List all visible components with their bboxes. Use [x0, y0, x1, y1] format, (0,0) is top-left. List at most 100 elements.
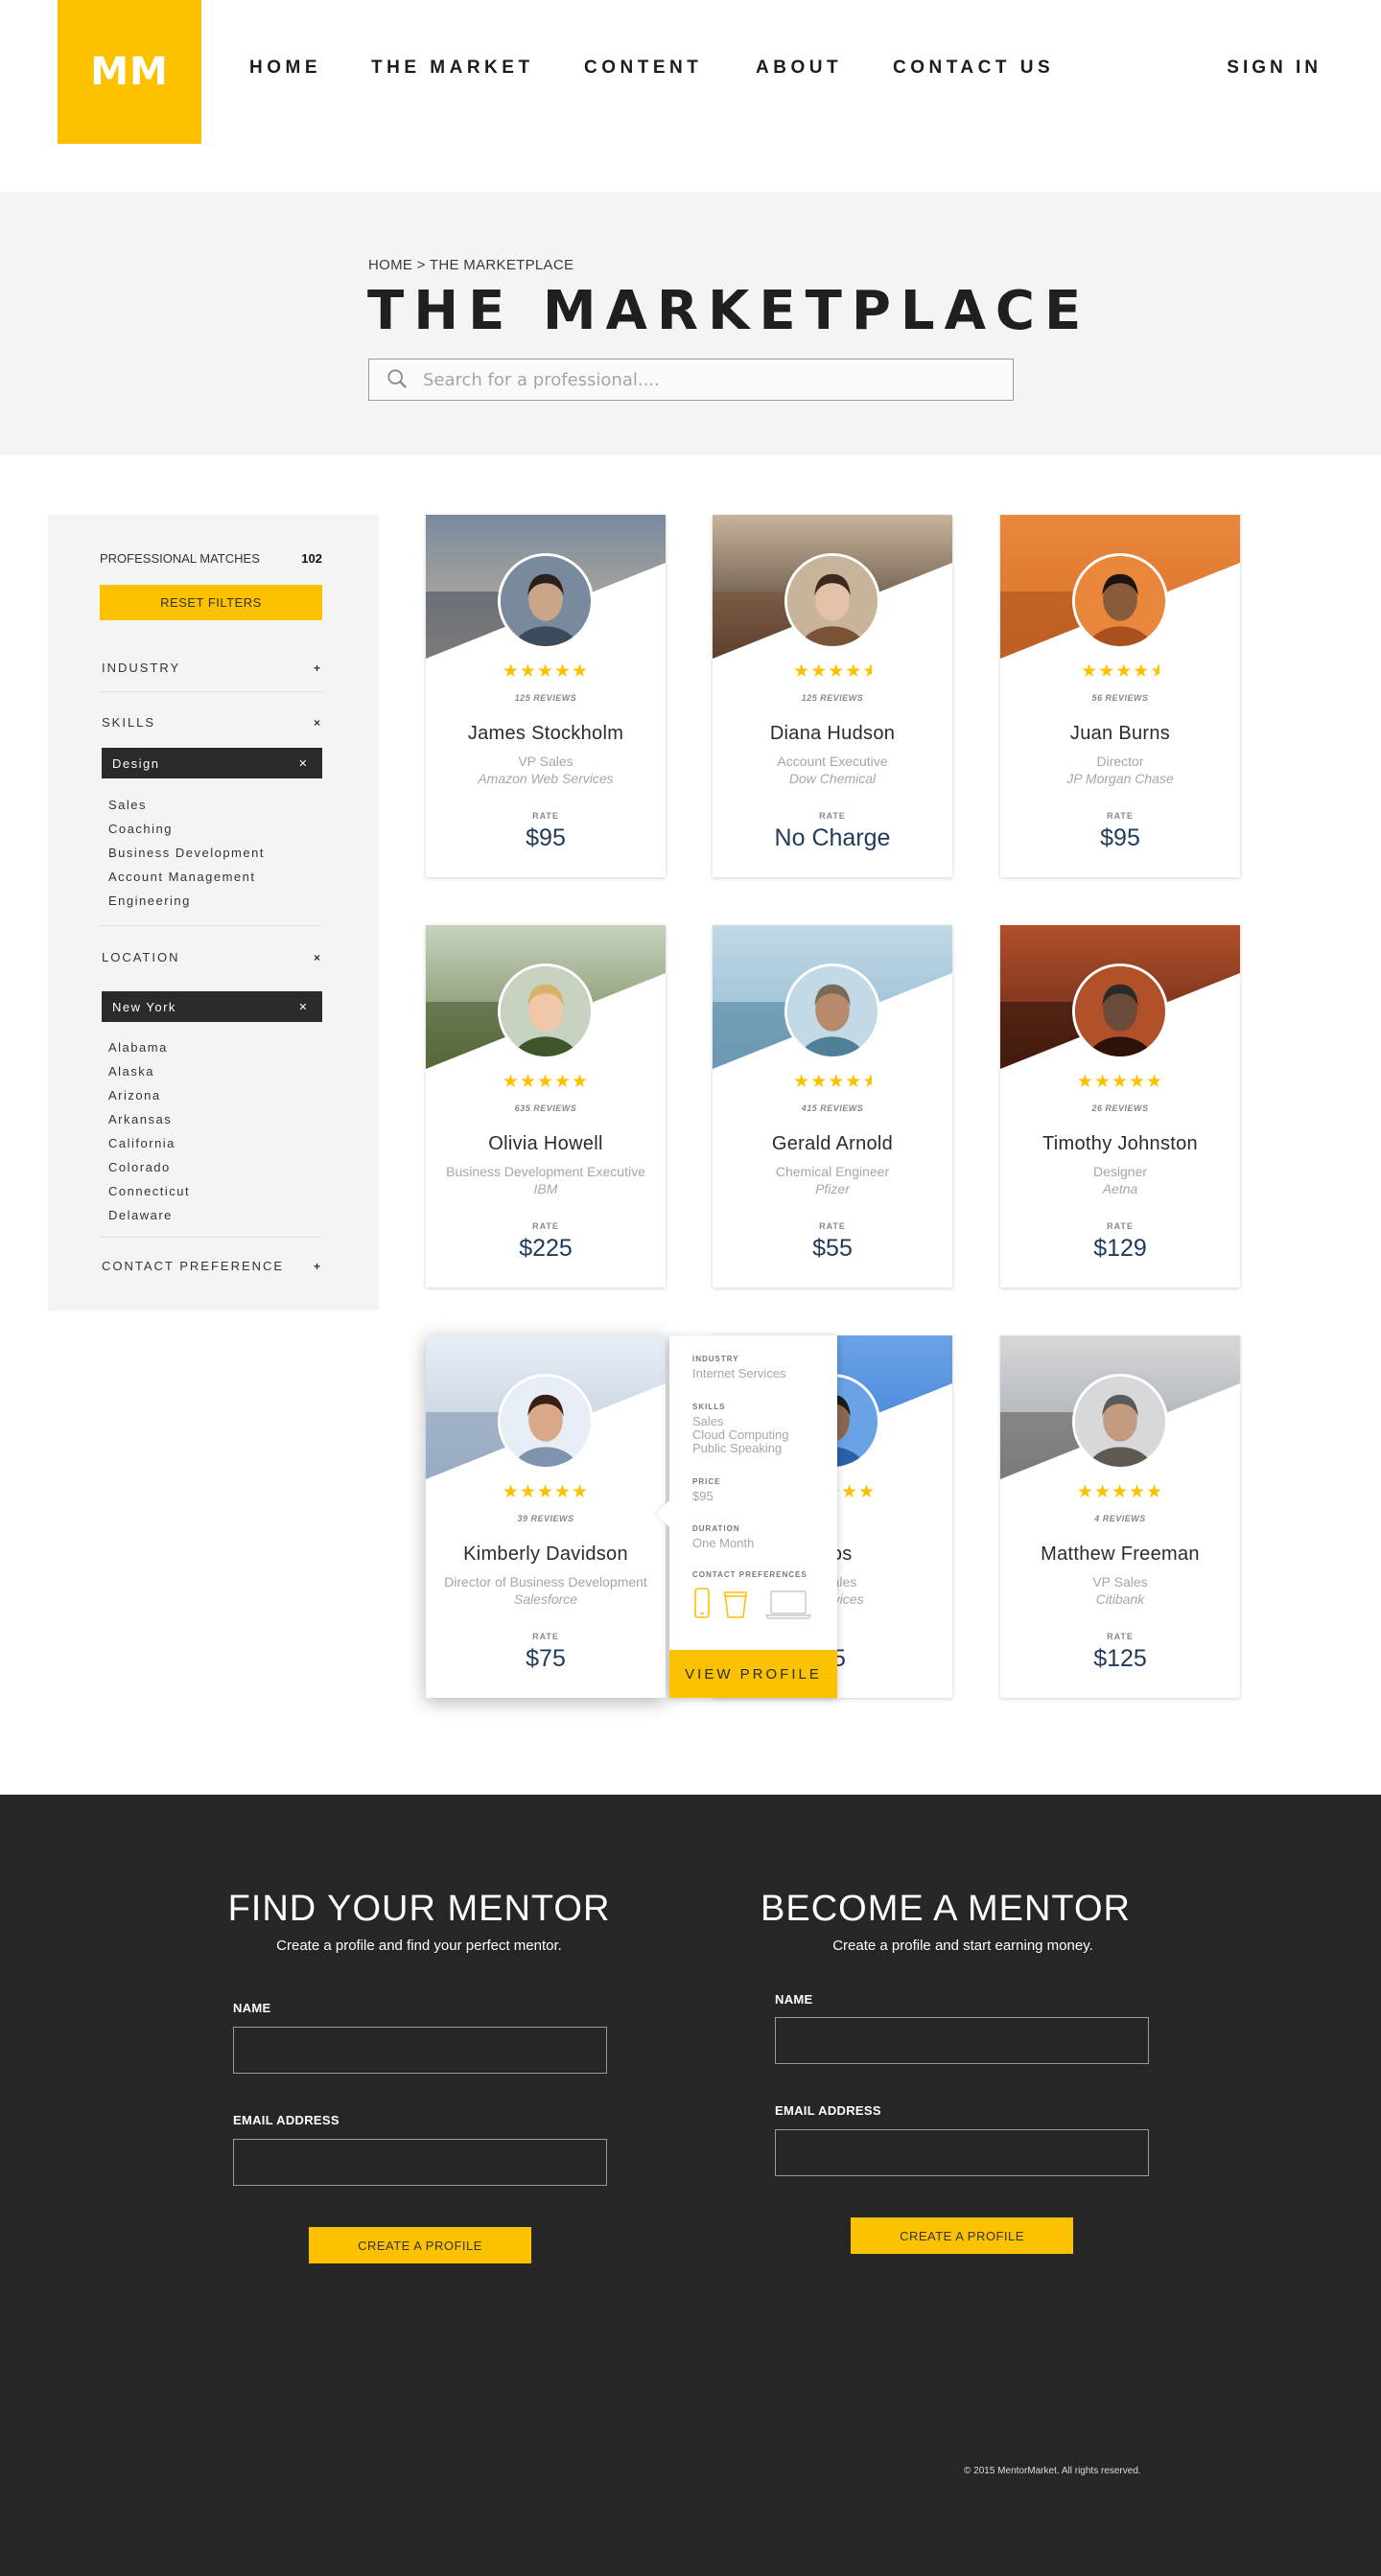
popover-price: $95: [692, 1489, 714, 1503]
avatar: [784, 553, 880, 649]
site-header: MM HOME THE MARKET CONTENT ABOUT CONTACT…: [0, 0, 1381, 192]
avatar: [1072, 963, 1168, 1059]
mentor-rate: No Charge: [774, 824, 891, 851]
filter-skills[interactable]: SKILLS ×: [102, 715, 322, 730]
filter-industry-label: INDUSTRY: [102, 661, 181, 675]
location-option[interactable]: California: [108, 1131, 190, 1155]
professional-matches: PROFESSIONAL MATCHES 102: [100, 551, 322, 566]
location-option[interactable]: Alaska: [108, 1059, 190, 1083]
filter-location[interactable]: LOCATION ×: [102, 950, 322, 964]
popover-skills-label: SKILLS: [692, 1403, 726, 1411]
mentor-card[interactable]: ★★★★★ 26 REVIEWS Timothy Johnston Designer A…: [1000, 925, 1240, 1288]
search-box[interactable]: [368, 359, 1014, 401]
mentor-name[interactable]: Gerald Arnold: [713, 1133, 952, 1155]
nav-content[interactable]: CONTENT: [584, 58, 702, 79]
rate-label: RATE: [819, 1221, 846, 1231]
mentor-name[interactable]: Kimberly Davidson: [426, 1543, 666, 1566]
remove-icon[interactable]: ✕: [298, 1001, 309, 1013]
filter-industry[interactable]: INDUSTRY +: [102, 661, 322, 675]
become-create-profile-button[interactable]: CREATE A PROFILE: [851, 2217, 1073, 2254]
skill-option[interactable]: Account Management: [108, 865, 265, 889]
mentor-rate: $125: [1093, 1645, 1147, 1672]
view-profile-button[interactable]: VIEW PROFILE: [669, 1650, 837, 1698]
location-option[interactable]: Connecticut: [108, 1179, 190, 1203]
nav-contact-us[interactable]: CONTACT US: [893, 58, 1054, 79]
filter-contact-preference[interactable]: CONTACT PREFERENCE +: [102, 1259, 322, 1273]
nav-about[interactable]: ABOUT: [756, 58, 842, 79]
page-title: THE MARKETPLACE: [367, 280, 1091, 342]
mentor-name[interactable]: James Stockholm: [426, 723, 666, 745]
popover-industry: Internet Services: [692, 1366, 786, 1381]
selected-skill-chip[interactable]: Design ✕: [102, 748, 322, 778]
rate-label: RATE: [1107, 1632, 1134, 1641]
skill-option[interactable]: Sales: [108, 793, 265, 817]
mentor-name[interactable]: Juan Burns: [1000, 723, 1240, 745]
mentor-card[interactable]: ★★★★★ 415 REVIEWS Gerald Arnold Chemical En…: [713, 925, 952, 1288]
mentor-company: Amazon Web Services: [478, 771, 614, 786]
mentor-card[interactable]: ★★★★★ 125 REVIEWS James Stockholm VP Sales A…: [426, 515, 666, 877]
filter-contact-label: CONTACT PREFERENCE: [102, 1259, 285, 1273]
mentor-card[interactable]: ★★★★★ 4 REVIEWS Matthew Freeman VP Sales Cit…: [1000, 1335, 1240, 1698]
mentor-rate: $225: [519, 1235, 573, 1262]
location-option[interactable]: Alabama: [108, 1035, 190, 1059]
logo[interactable]: MM: [58, 0, 201, 144]
skill-option[interactable]: Engineering: [108, 889, 265, 913]
logo-text: MM: [90, 50, 169, 94]
review-count: 4 REVIEWS: [1094, 1514, 1146, 1523]
become-name-field[interactable]: [775, 2017, 1149, 2064]
location-option[interactable]: Arizona: [108, 1083, 190, 1107]
search-input[interactable]: [423, 365, 998, 394]
become-email-field[interactable]: [775, 2129, 1149, 2176]
mentor-card[interactable]: ★★★★★ 39 REVIEWS Kimberly Davidson Director…: [426, 1335, 666, 1698]
mentor-card[interactable]: ★★★★★ 125 REVIEWS Diana Hudson Account Exec…: [713, 515, 952, 877]
laptop-icon: [765, 1590, 811, 1619]
nav-the-market[interactable]: THE MARKET: [371, 58, 534, 79]
mentor-rate: $55: [812, 1235, 853, 1262]
hero-section: HOME > THE MARKETPLACE THE MARKETPLACE: [0, 192, 1381, 454]
rate-label: RATE: [532, 1221, 559, 1231]
find-name-field[interactable]: [233, 2027, 607, 2074]
filter-skills-label: SKILLS: [102, 715, 156, 730]
mentor-card[interactable]: ★★★★★ 635 REVIEWS Olivia Howell Business De…: [426, 925, 666, 1288]
mentor-name[interactable]: Diana Hudson: [713, 723, 952, 745]
location-option[interactable]: Arkansas: [108, 1107, 190, 1131]
expand-icon[interactable]: +: [314, 661, 322, 675]
popover-contact-label: CONTACT PREFERENCES: [692, 1570, 808, 1579]
matches-label: PROFESSIONAL MATCHES: [100, 551, 260, 566]
mentor-role: VP Sales: [518, 754, 573, 769]
avatar: [498, 553, 594, 649]
mentor-role: Designer: [1092, 1164, 1148, 1179]
reset-filters-button[interactable]: RESET FILTERS: [100, 585, 322, 620]
rating-stars: ★★★★★: [793, 1072, 872, 1092]
mentor-rate: $75: [526, 1645, 566, 1672]
collapse-icon[interactable]: ×: [314, 716, 322, 730]
location-options: Alabama Alaska Arizona Arkansas Californ…: [108, 1035, 190, 1227]
find-name-label: NAME: [233, 2001, 271, 2015]
mentor-name[interactable]: Olivia Howell: [426, 1133, 666, 1155]
rating-stars: ★★★★★: [1076, 1072, 1164, 1092]
nav-home[interactable]: HOME: [249, 58, 321, 79]
copyright: © 2015 MentorMarket. All rights reserved…: [964, 2466, 1141, 2476]
location-option[interactable]: Delaware: [108, 1203, 190, 1227]
skill-option[interactable]: Business Development: [108, 841, 265, 865]
mentor-company: JP Morgan Chase: [1066, 771, 1174, 786]
find-email-field[interactable]: [233, 2139, 607, 2186]
mentor-company: Pfizer: [815, 1181, 850, 1196]
selected-location-chip[interactable]: New York ✕: [102, 991, 322, 1022]
skill-option[interactable]: Coaching: [108, 817, 265, 841]
location-option[interactable]: Colorado: [108, 1155, 190, 1179]
expand-icon[interactable]: +: [314, 1260, 322, 1273]
sign-in-link[interactable]: SIGN IN: [1227, 58, 1322, 79]
avatar: [1072, 553, 1168, 649]
rate-label: RATE: [1107, 811, 1134, 821]
skills-options: Sales Coaching Business Development Acco…: [108, 793, 265, 913]
avatar: [498, 1374, 594, 1470]
mentor-rate: $95: [1100, 824, 1140, 851]
find-create-profile-button[interactable]: CREATE A PROFILE: [309, 2227, 531, 2263]
remove-icon[interactable]: ✕: [298, 757, 309, 770]
mentor-card[interactable]: ★★★★★ 56 REVIEWS Juan Burns Director JP Morg…: [1000, 515, 1240, 877]
mentor-name[interactable]: Timothy Johnston: [1000, 1133, 1240, 1155]
collapse-icon[interactable]: ×: [314, 951, 322, 964]
mentor-name[interactable]: Matthew Freeman: [1000, 1543, 1240, 1566]
divider: [100, 925, 322, 926]
